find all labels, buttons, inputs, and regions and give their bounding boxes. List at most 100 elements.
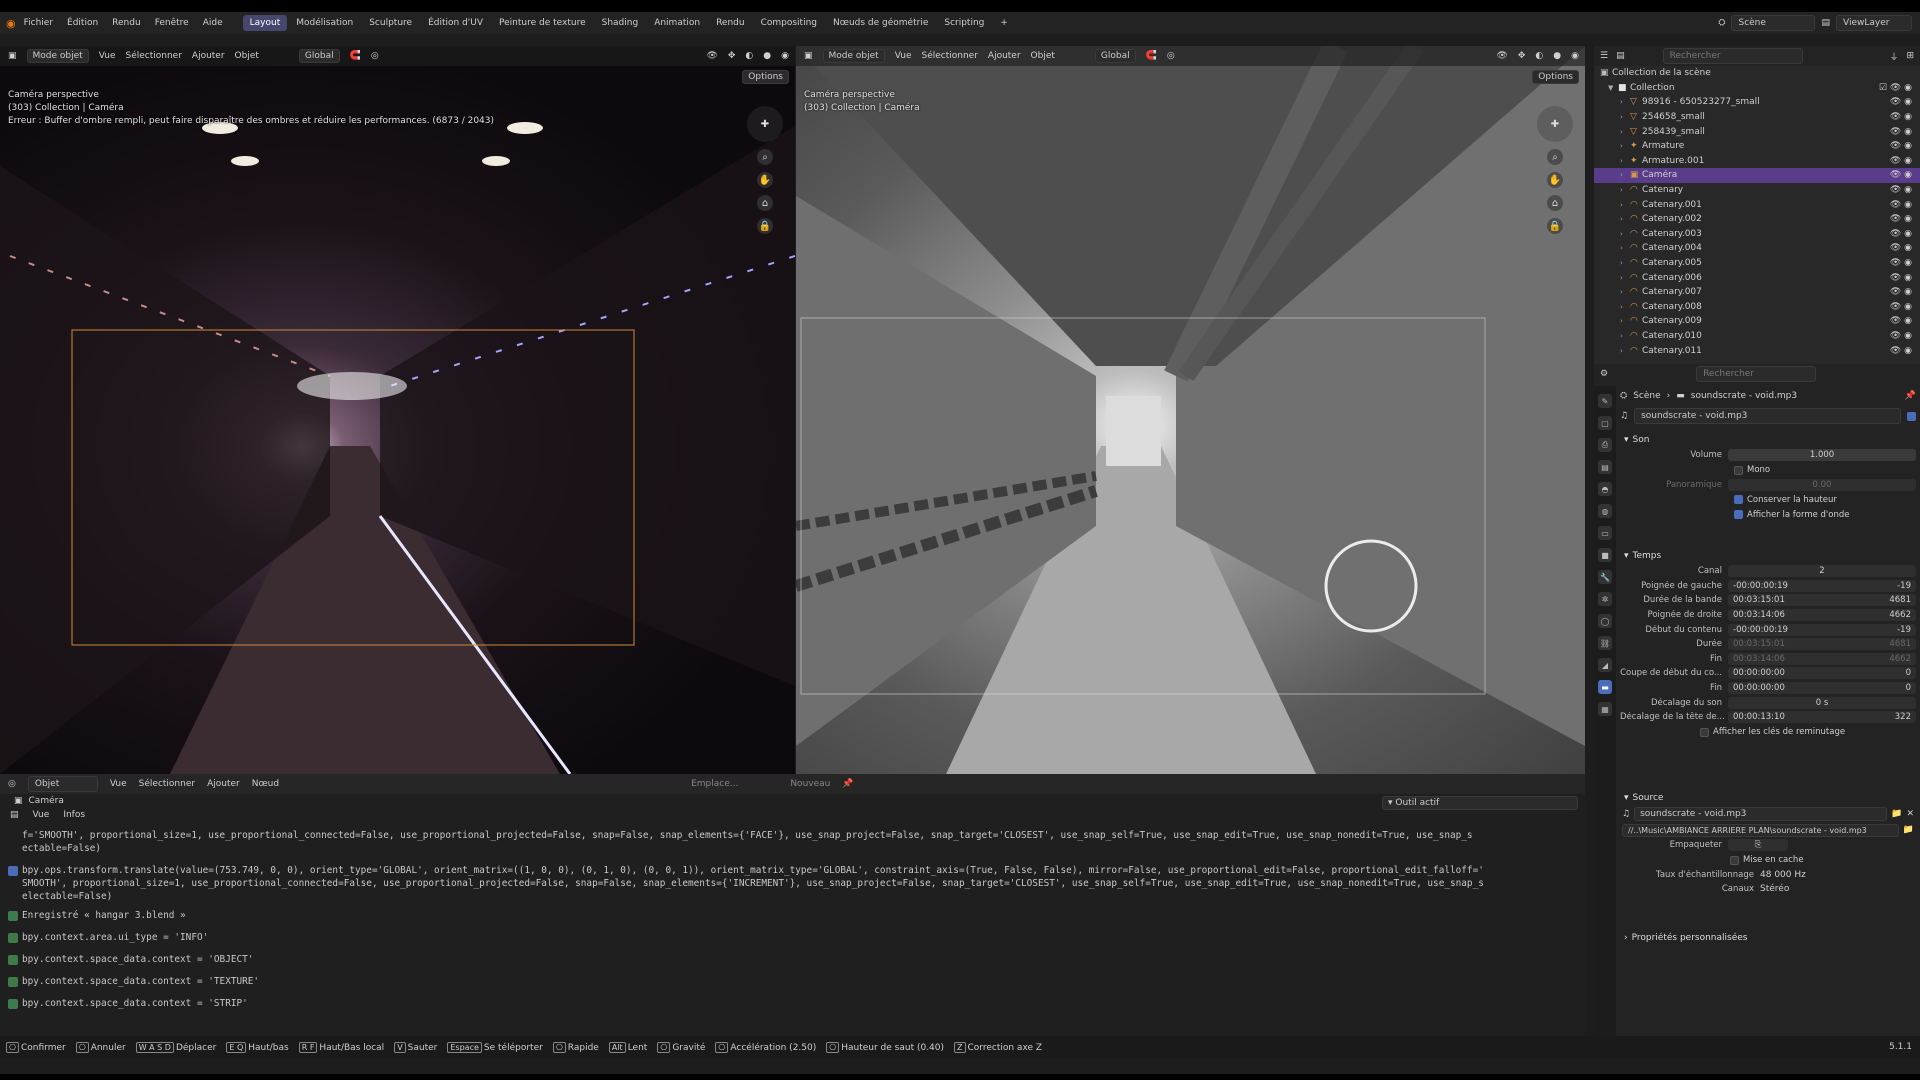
- editor-type-icon[interactable]: ☰: [1600, 51, 1608, 61]
- pan-hand-icon[interactable]: ✋: [1547, 172, 1563, 188]
- visibility-toggles[interactable]: 👁 ◉: [1890, 258, 1912, 268]
- menu-edit[interactable]: Édition: [61, 16, 104, 30]
- workspace-tab-shading[interactable]: Shading: [595, 15, 646, 31]
- outliner-item[interactable]: › ▽ 254658_small 👁 ◉: [1594, 110, 1920, 125]
- pack-button[interactable]: ⎘: [1728, 839, 1788, 852]
- folder-icon[interactable]: 📁: [1903, 825, 1914, 835]
- editor-context-dropdown[interactable]: Objet: [27, 776, 98, 792]
- menu-add[interactable]: Ajouter: [988, 51, 1021, 61]
- menu-file[interactable]: Fichier: [18, 16, 59, 30]
- modifier-tab-icon[interactable]: 🔧: [1598, 570, 1612, 584]
- outliner-item[interactable]: › ◠ Catenary.002 👁 ◉: [1594, 212, 1920, 227]
- outliner-item[interactable]: › ✦ Armature 👁 ◉: [1594, 139, 1920, 154]
- outliner-item[interactable]: › ◠ Catenary.008 👁 ◉: [1594, 300, 1920, 315]
- visibility-icon[interactable]: 👁: [1496, 51, 1507, 61]
- physics-tab-icon[interactable]: ◯: [1598, 614, 1612, 628]
- proportional-edit-icon[interactable]: ◎: [1167, 51, 1175, 61]
- sound-datablock-field[interactable]: soundscrate - void.mp3: [1634, 807, 1888, 821]
- axis-gizmo-icon[interactable]: ✚: [747, 106, 783, 142]
- menu-add[interactable]: Ajouter: [192, 51, 225, 61]
- data-tab-icon[interactable]: ◢: [1598, 658, 1612, 672]
- snap-icon[interactable]: 🧲: [350, 51, 361, 61]
- visibility-toggles[interactable]: 👁 ◉: [1890, 229, 1912, 239]
- time-property-field[interactable]: 0 s: [1728, 696, 1916, 709]
- visibility-toggles[interactable]: 👁 ◉: [1890, 302, 1912, 312]
- orientation-dropdown[interactable]: Global: [298, 49, 340, 63]
- outliner-item[interactable]: › ◠ Catenary.010 👁 ◉: [1594, 329, 1920, 344]
- visibility-toggles[interactable]: 👁 ◉: [1890, 185, 1912, 195]
- outliner-collection[interactable]: ▼ ■ Collection ☑ 👁 ◉: [1594, 81, 1920, 96]
- outliner-item[interactable]: › ◠ Catenary.007 👁 ◉: [1594, 285, 1920, 300]
- visibility-toggles[interactable]: 👁 ◉: [1890, 112, 1912, 122]
- new-collection-icon[interactable]: ⊞: [1906, 51, 1914, 61]
- visibility-toggles[interactable]: 👁 ◉: [1890, 170, 1912, 180]
- new-material-button[interactable]: Nouveau: [790, 779, 830, 789]
- menu-object[interactable]: Objet: [1031, 51, 1055, 61]
- visibility-toggles[interactable]: ☑ 👁 ◉: [1879, 83, 1912, 93]
- display-mode-icon[interactable]: ▤: [1616, 51, 1625, 61]
- pin-icon[interactable]: 📌: [1905, 391, 1916, 401]
- workspace-tab-texture-paint[interactable]: Peinture de texture: [492, 15, 593, 31]
- zoom-icon[interactable]: ⌕: [757, 149, 773, 165]
- shading-rendered-icon[interactable]: ◉: [1571, 51, 1585, 61]
- workspace-tab-rendering[interactable]: Rendu: [709, 15, 752, 31]
- object-tab-icon[interactable]: ■: [1598, 548, 1612, 562]
- blender-logo-icon[interactable]: ◉: [6, 17, 16, 30]
- outliner-item[interactable]: › ◠ Catenary.001 👁 ◉: [1594, 197, 1920, 212]
- outliner-item[interactable]: › ◠ Catenary.011 👁 ◉: [1594, 343, 1920, 358]
- constraints-tab-icon[interactable]: ⛓: [1598, 636, 1612, 650]
- camera-view-icon[interactable]: ⌂: [1547, 195, 1563, 211]
- outliner-search-input[interactable]: Rechercher: [1662, 48, 1803, 64]
- temps-section-header[interactable]: ▾ Temps: [1620, 548, 1916, 564]
- mode-dropdown[interactable]: Mode objet: [822, 49, 885, 63]
- visibility-icon[interactable]: 👁: [706, 51, 717, 61]
- snap-icon[interactable]: 🧲: [1146, 51, 1157, 61]
- visibility-toggles[interactable]: 👁 ◉: [1890, 331, 1912, 341]
- outliner-item[interactable]: › ◠ Catenary 👁 ◉: [1594, 183, 1920, 198]
- menu-view[interactable]: Vue: [110, 779, 127, 789]
- options-button[interactable]: Options: [742, 70, 789, 84]
- workspace-tab-compositing[interactable]: Compositing: [754, 15, 824, 31]
- cache-checkbox[interactable]: Mise en cache: [1620, 853, 1916, 868]
- time-property-field[interactable]: 00:00:13:10 322: [1728, 711, 1916, 724]
- menu-select[interactable]: Sélectionner: [139, 779, 195, 789]
- log-line[interactable]: SMOOTH', proportional_size=1, use_propor…: [8, 877, 1577, 890]
- menu-info[interactable]: Infos: [63, 810, 85, 820]
- strip-checkbox[interactable]: [1907, 411, 1916, 421]
- editor-type-icon[interactable]: ▣: [8, 51, 17, 61]
- log-line[interactable]: bpy.context.area.ui_type = 'INFO': [8, 931, 1577, 944]
- gizmo-toggle-icon[interactable]: ✥: [728, 51, 736, 61]
- menu-view[interactable]: Vue: [895, 51, 912, 61]
- log-line[interactable]: bpy.context.space_data.context = 'OBJECT…: [8, 953, 1577, 966]
- time-property-field[interactable]: 2: [1728, 565, 1916, 578]
- editor-type-icon[interactable]: ◎: [8, 779, 16, 789]
- view-layer-tab-icon[interactable]: ▤: [1598, 460, 1612, 474]
- workspace-tab-modeling[interactable]: Modélisation: [289, 15, 360, 31]
- viewlayer-selector[interactable]: ViewLayer: [1836, 15, 1912, 31]
- log-line[interactable]: bpy.context.space_data.context = 'TEXTUR…: [8, 975, 1577, 988]
- overlay-toggle-icon[interactable]: ◐: [1535, 51, 1543, 61]
- workspace-tab-sculpting[interactable]: Sculpture: [362, 15, 419, 31]
- show-waveform-checkbox[interactable]: Afficher la forme d'onde: [1620, 507, 1916, 522]
- time-property-field[interactable]: 00:03:15:01 4681: [1728, 638, 1916, 651]
- outliner-item[interactable]: › ▽ 258439_small 👁 ◉: [1594, 124, 1920, 139]
- menu-select[interactable]: Sélectionner: [921, 51, 977, 61]
- world-tab-icon[interactable]: ◍: [1598, 504, 1612, 518]
- outliner-item[interactable]: › ✦ Armature.001 👁 ◉: [1594, 154, 1920, 169]
- visibility-toggles[interactable]: 👁 ◉: [1890, 127, 1912, 137]
- time-property-field[interactable]: -00:00:00:19 -19: [1728, 579, 1916, 592]
- visibility-toggles[interactable]: 👁 ◉: [1890, 316, 1912, 326]
- shading-rendered-icon[interactable]: ◉: [781, 51, 795, 61]
- filter-icon[interactable]: ⏚: [1889, 50, 1898, 63]
- workspace-tab-layout[interactable]: Layout: [242, 15, 288, 31]
- source-section-header[interactable]: ▾ Source: [1620, 790, 1916, 806]
- collection-tab-icon[interactable]: ▭: [1598, 526, 1612, 540]
- visibility-toggles[interactable]: 👁 ◉: [1890, 97, 1912, 107]
- time-property-field[interactable]: -00:00:00:19 -19: [1728, 623, 1916, 636]
- options-button[interactable]: Options: [1532, 70, 1579, 84]
- pin-icon[interactable]: 📌: [842, 779, 853, 789]
- slot-dropdown[interactable]: Emplace...: [691, 779, 738, 789]
- strip-tab-icon[interactable]: ▬: [1598, 680, 1612, 694]
- camera-view-icon[interactable]: ⌂: [757, 195, 773, 211]
- particles-tab-icon[interactable]: ✲: [1598, 592, 1612, 606]
